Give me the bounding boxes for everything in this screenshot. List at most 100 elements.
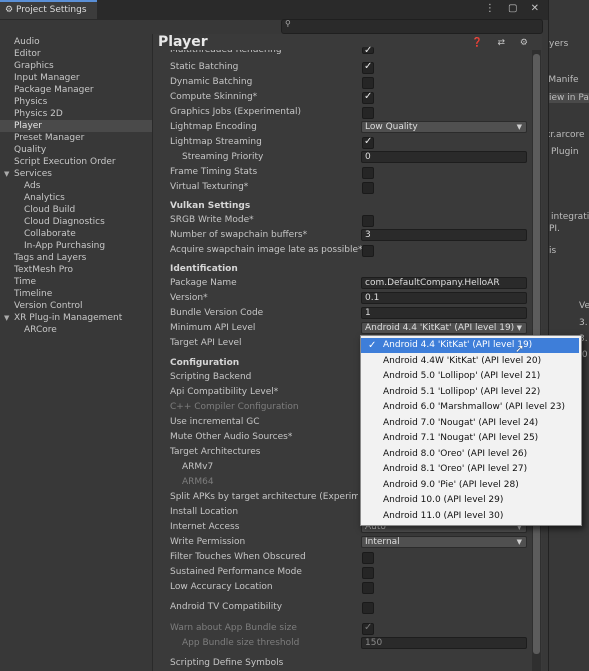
lightmap-encoding-dropdown[interactable]: Low Quality ▼ [361, 121, 527, 133]
header-icons[interactable]: ❓ ⇄ ⚙ [471, 38, 534, 48]
bundle-version-field[interactable]: 1 [361, 307, 527, 319]
bundle-threshold-label: App Bundle size threshold [182, 638, 300, 648]
bg-arcore-text: xr.arcore [545, 130, 585, 140]
graphics-jobs-checkbox[interactable] [362, 107, 374, 119]
filter-touches-checkbox[interactable] [362, 552, 374, 564]
sidebar-item-time[interactable]: Time [14, 276, 36, 288]
sidebar-item-textmesh-pro[interactable]: TextMesh Pro [14, 264, 73, 276]
scripting-defines-label: Scripting Define Symbols [170, 658, 284, 668]
split-apks-label: Split APKs by target architecture (Exper… [170, 492, 358, 502]
mute-audio-label: Mute Other Audio Sources* [170, 432, 293, 442]
sidebar-item-preset-manager[interactable]: Preset Manager [14, 132, 84, 144]
sidebar-item-analytics[interactable]: Analytics [24, 192, 65, 204]
streaming-priority-field[interactable]: 0 [361, 151, 527, 163]
search-input[interactable]: ⚲ [281, 19, 543, 34]
expand-arrow-icon[interactable]: ▼ [4, 314, 9, 322]
api-option-20[interactable]: Android 4.4W 'KitKat' (API level 20) [361, 354, 579, 369]
lightmap-streaming-checkbox[interactable] [362, 136, 374, 149]
vulkan-settings-heading: Vulkan Settings [170, 201, 251, 211]
sustained-performance-label: Sustained Performance Mode [170, 567, 302, 577]
swapchain-buffers-field[interactable]: 3 [361, 229, 527, 241]
sidebar-item-graphics[interactable]: Graphics [14, 60, 54, 72]
sidebar-item-ads[interactable]: Ads [24, 180, 40, 192]
acquire-swapchain-checkbox[interactable] [362, 245, 374, 257]
window-title: Project Settings [15, 5, 87, 15]
window-tab[interactable]: ⚙ Project Settings [0, 0, 97, 19]
sidebar-item-physics-2d[interactable]: Physics 2D [14, 108, 63, 120]
sidebar-item-audio[interactable]: Audio [14, 36, 40, 48]
version-field[interactable]: 0.1 [361, 292, 527, 304]
api-compat-label: Api Compatibility Level* [170, 387, 279, 397]
warn-bundle-checkbox[interactable] [362, 622, 374, 635]
internet-access-label: Internet Access [170, 522, 240, 532]
api-option-28[interactable]: Android 9.0 'Pie' (API level 28) [361, 478, 579, 493]
sidebar-item-cloud-build[interactable]: Cloud Build [24, 204, 75, 216]
swapchain-buffers-label: Number of swapchain buffers* [170, 230, 308, 240]
lightmap-encoding-label: Lightmap Encoding [170, 122, 257, 132]
write-permission-label: Write Permission [170, 537, 246, 547]
armv7-label: ARMv7 [182, 462, 214, 472]
sidebar-item-timeline[interactable]: Timeline [14, 288, 52, 300]
low-accuracy-checkbox[interactable] [362, 582, 374, 594]
sidebar-item-services[interactable]: Services [14, 168, 52, 180]
target-arch-label: Target Architectures [170, 447, 261, 457]
sidebar-item-player[interactable]: Player [0, 120, 152, 132]
api-option-27[interactable]: Android 8.1 'Oreo' (API level 27) [361, 462, 579, 477]
sidebar-item-package-manager[interactable]: Package Manager [14, 84, 94, 96]
multithreaded-rendering-checkbox[interactable] [362, 45, 374, 56]
bg-is-text: is [549, 246, 557, 256]
api-option-24[interactable]: Android 7.0 'Nougat' (API level 24) [361, 416, 579, 431]
api-option-19[interactable]: ✓ Android 4.4 'KitKat' (API level 19) [361, 338, 579, 353]
api-option-label: Android 4.4 'KitKat' (API level 19) [383, 340, 533, 350]
sidebar-item-in-app-purchasing[interactable]: In-App Purchasing [24, 240, 105, 252]
virtual-texturing-label: Virtual Texturing* [170, 182, 249, 192]
min-api-dropdown[interactable]: Android 4.4 'KitKat' (API level 19) ▼ [361, 322, 527, 334]
bg-num-a: 3. [579, 318, 588, 328]
api-option-26[interactable]: Android 8.0 'Oreo' (API level 26) [361, 447, 579, 462]
configuration-heading: Configuration [170, 358, 240, 368]
sidebar-item-tags-and-layers[interactable]: Tags and Layers [14, 252, 86, 264]
bundle-threshold-field[interactable]: 150 [361, 637, 527, 649]
search-icon: ⚲ [285, 19, 291, 28]
sidebar-item-input-manager[interactable]: Input Manager [14, 72, 80, 84]
virtual-texturing-checkbox[interactable] [362, 182, 374, 194]
sidebar-item-arcore[interactable]: ARCore [24, 324, 57, 336]
api-option-23[interactable]: Android 6.0 'Marshmallow' (API level 23) [361, 400, 579, 415]
expand-arrow-icon[interactable]: ▼ [4, 170, 9, 178]
api-option-30[interactable]: Android 11.0 (API level 30) [361, 509, 579, 524]
mouse-cursor-icon: ➚ [515, 342, 525, 355]
bg-tab-label[interactable]: yers [549, 39, 568, 49]
api-option-25[interactable]: Android 7.1 'Nougat' (API level 25) [361, 431, 579, 446]
bg-view-button[interactable]: iew in Pa [547, 93, 589, 103]
frame-timing-checkbox[interactable] [362, 167, 374, 179]
gear-icon: ⚙ [5, 5, 14, 15]
sidebar-item-xr-plugin-management[interactable]: XR Plug-in Management [14, 312, 122, 324]
min-api-value: Android 4.4 'KitKat' (API level 19) [365, 323, 515, 333]
settings-sidebar: Audio Editor Graphics Input Manager Pack… [0, 34, 152, 671]
sidebar-item-cloud-diagnostics[interactable]: Cloud Diagnostics [24, 216, 105, 228]
api-option-21[interactable]: Android 5.0 'Lollipop' (API level 21) [361, 369, 579, 384]
write-permission-value: Internal [365, 537, 400, 547]
sustained-performance-checkbox[interactable] [362, 567, 374, 579]
write-permission-dropdown[interactable]: Internal ▼ [361, 536, 527, 548]
package-name-label: Package Name [170, 278, 237, 288]
sidebar-item-editor[interactable]: Editor [14, 48, 41, 60]
sidebar-item-version-control[interactable]: Version Control [14, 300, 83, 312]
sidebar-item-physics[interactable]: Physics [14, 96, 47, 108]
lightmap-streaming-label: Lightmap Streaming [170, 137, 262, 147]
android-tv-checkbox[interactable] [362, 602, 374, 614]
compute-skinning-checkbox[interactable] [362, 91, 374, 104]
sidebar-item-collaborate[interactable]: Collaborate [24, 228, 76, 240]
window-controls[interactable]: ⋮ ▢ ✕ [485, 3, 544, 14]
sidebar-item-quality[interactable]: Quality [14, 144, 46, 156]
identification-heading: Identification [170, 264, 238, 274]
graphics-jobs-label: Graphics Jobs (Experimental) [170, 107, 302, 117]
static-batching-checkbox[interactable] [362, 61, 374, 74]
filter-touches-label: Filter Touches When Obscured [170, 552, 306, 562]
package-name-field[interactable]: com.DefaultCompany.HelloAR [361, 277, 527, 289]
sidebar-item-script-execution-order[interactable]: Script Execution Order [14, 156, 116, 168]
srgb-write-checkbox[interactable] [362, 215, 374, 227]
api-option-22[interactable]: Android 5.1 'Lollipop' (API level 22) [361, 385, 579, 400]
api-option-29[interactable]: Android 10.0 (API level 29) [361, 493, 579, 508]
dynamic-batching-checkbox[interactable] [362, 77, 374, 89]
